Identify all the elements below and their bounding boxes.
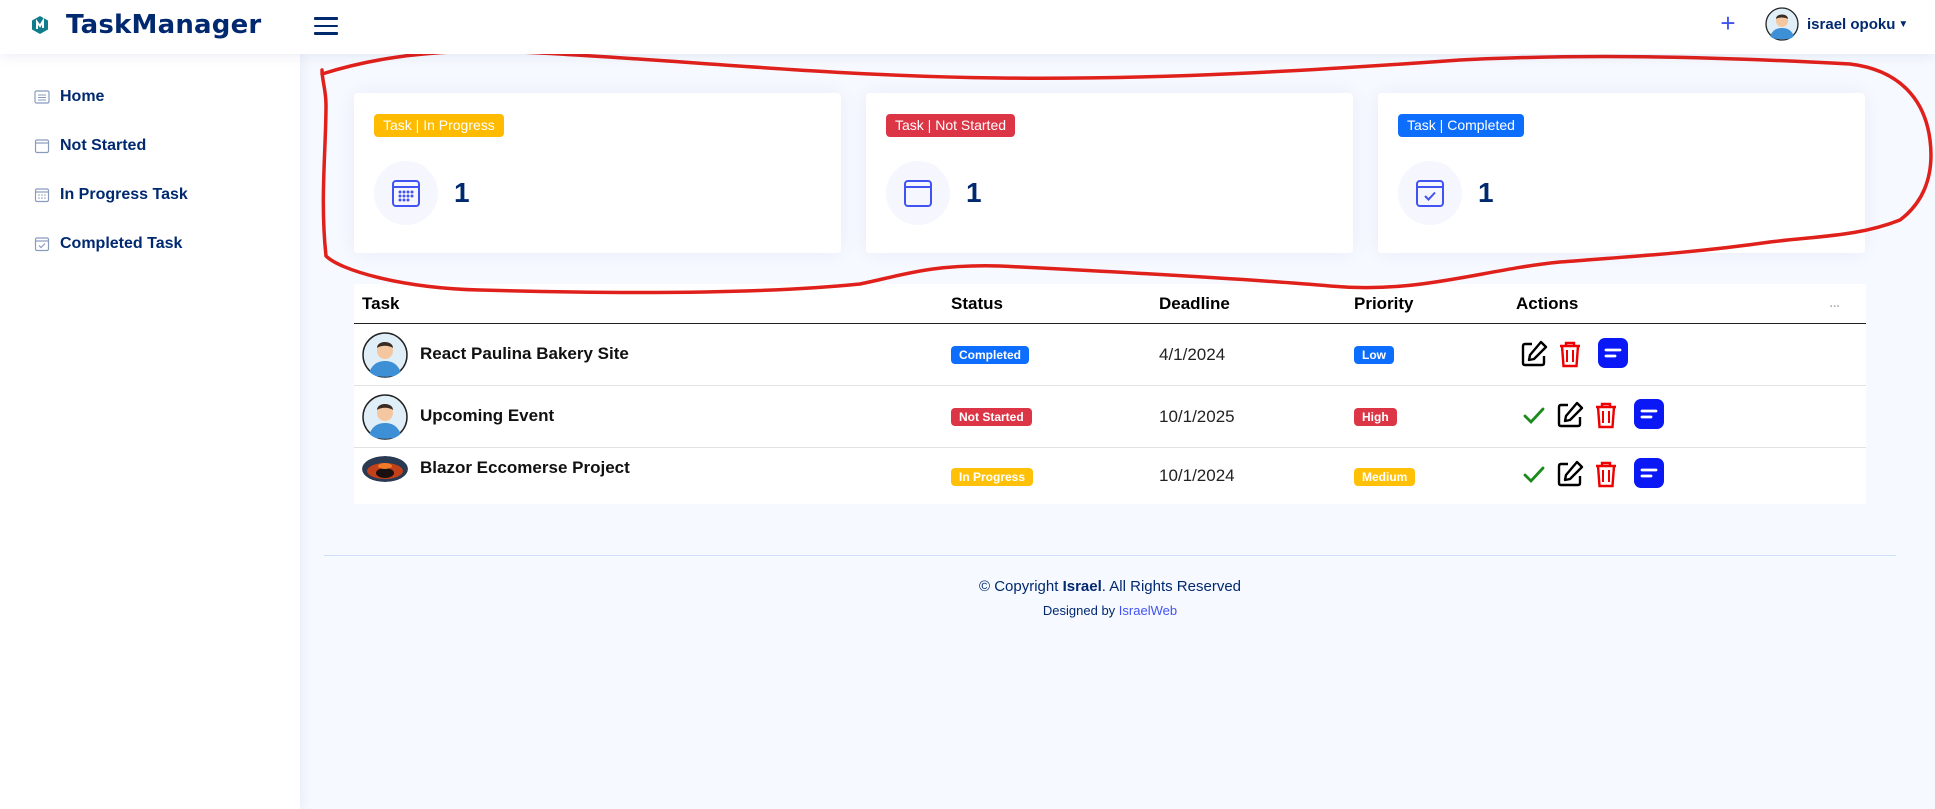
sidebar-item-completed[interactable]: Completed Task [34, 235, 182, 253]
delete-icon[interactable] [1555, 339, 1585, 369]
list-icon [34, 90, 50, 104]
copyright-suffix: . All Rights Reserved [1101, 578, 1242, 595]
details-icon[interactable] [1634, 399, 1664, 429]
card-badge: Task | Not Started [886, 114, 1016, 137]
priority-badge: Medium [1354, 468, 1416, 486]
details-icon[interactable] [1598, 338, 1628, 368]
card-badge: Task | In Progress [374, 114, 504, 137]
top-header: TaskManager + israel opoku ▼ [0, 0, 1935, 54]
calendar-grid-icon [34, 188, 50, 203]
tasks-table: Task Status Deadline Priority Actions ..… [354, 284, 1866, 504]
card-count: 1 [454, 177, 470, 208]
card-not-started: Task | Not Started 1 [866, 93, 1353, 253]
sidebar-item-home[interactable]: Home [34, 88, 104, 106]
edit-icon[interactable] [1555, 400, 1585, 430]
status-badge: Completed [951, 346, 1030, 364]
sidebar-item-label: Completed Task [60, 235, 183, 252]
card-completed: Task | Completed 1 [1378, 93, 1865, 253]
deadline: 4/1/2024 [1159, 345, 1226, 364]
copyright: © Copyright Israel. All Rights Reserved [0, 578, 1935, 595]
column-header-status: Status [951, 294, 1003, 313]
app-title: TaskManager [66, 10, 262, 40]
table-row[interactable]: React Paulina Bakery Site Completed 4/1/… [354, 324, 1866, 386]
deadline: 10/1/2024 [1159, 466, 1235, 485]
card-in-progress: Task | In Progress 1 [354, 93, 841, 253]
complete-check-icon[interactable] [1522, 403, 1546, 427]
priority-badge: Low [1354, 346, 1394, 364]
card-count: 1 [966, 177, 982, 208]
profile-name: israel opoku [1807, 15, 1896, 33]
card-count: 1 [1478, 177, 1494, 208]
column-header-actions: Actions [1516, 294, 1579, 313]
sidebar-item-not-started[interactable]: Not Started [34, 137, 146, 155]
calendar-grid-icon [392, 180, 420, 207]
copyright-name: Israel [1062, 578, 1102, 595]
designer-link[interactable]: IsraelWeb [1119, 603, 1177, 618]
calendar-check-icon [1416, 180, 1444, 207]
priority-badge: High [1354, 408, 1397, 426]
card-icon-circle [886, 161, 950, 225]
sidebar-item-label: Home [60, 88, 105, 105]
details-icon[interactable] [1634, 458, 1664, 488]
calendar-check-icon [34, 237, 50, 252]
designed-by: Designed by IsraelWeb [0, 603, 1935, 618]
sidebar-item-in-progress[interactable]: In Progress Task [34, 186, 188, 204]
status-badge: Not Started [951, 408, 1032, 426]
chevron-down-icon: ▼ [1898, 18, 1909, 30]
deadline: 10/1/2025 [1159, 407, 1235, 426]
delete-icon[interactable] [1591, 459, 1621, 489]
delete-icon[interactable] [1591, 400, 1621, 430]
sidebar-item-label: In Progress Task [60, 186, 188, 203]
hamburger-menu-icon[interactable] [314, 14, 338, 36]
sidebar: Home Not Started In Progress Task Comple… [0, 54, 300, 809]
task-name: Upcoming Event [420, 406, 555, 425]
avatar [362, 332, 408, 378]
edit-icon[interactable] [1519, 339, 1549, 369]
card-icon-circle [1398, 161, 1462, 225]
column-header-task: Task [362, 294, 400, 313]
designed-by-text: Designed by [1042, 603, 1119, 618]
footer-divider [324, 555, 1896, 556]
more-options-icon[interactable]: ... [1829, 294, 1840, 312]
status-badge: In Progress [951, 468, 1034, 486]
task-name: Blazor Eccomerse Project [420, 458, 630, 477]
copyright-prefix: © Copyright [978, 578, 1063, 595]
task-name: React Paulina Bakery Site [420, 344, 629, 363]
calendar-icon [34, 139, 50, 154]
logo-icon [32, 16, 48, 34]
card-icon-circle [374, 161, 438, 225]
card-badge: Task | Completed [1398, 114, 1524, 137]
avatar [362, 394, 408, 440]
calendar-icon [904, 180, 932, 207]
edit-icon[interactable] [1555, 459, 1585, 489]
column-header-priority: Priority [1354, 294, 1414, 313]
column-header-deadline: Deadline [1159, 294, 1230, 313]
add-task-button[interactable]: + [1717, 8, 1739, 38]
project-thumbnail-image [362, 456, 408, 482]
avatar [1765, 7, 1799, 41]
sidebar-item-label: Not Started [60, 137, 147, 154]
table-row[interactable]: Blazor Eccomerse Project In Progress 10/… [354, 448, 1866, 504]
logo[interactable]: TaskManager [30, 10, 261, 40]
complete-check-icon[interactable] [1522, 462, 1546, 486]
table-row[interactable]: Upcoming Event Not Started 10/1/2025 Hig… [354, 386, 1866, 448]
profile-dropdown[interactable]: israel opoku ▼ [1765, 7, 1908, 41]
